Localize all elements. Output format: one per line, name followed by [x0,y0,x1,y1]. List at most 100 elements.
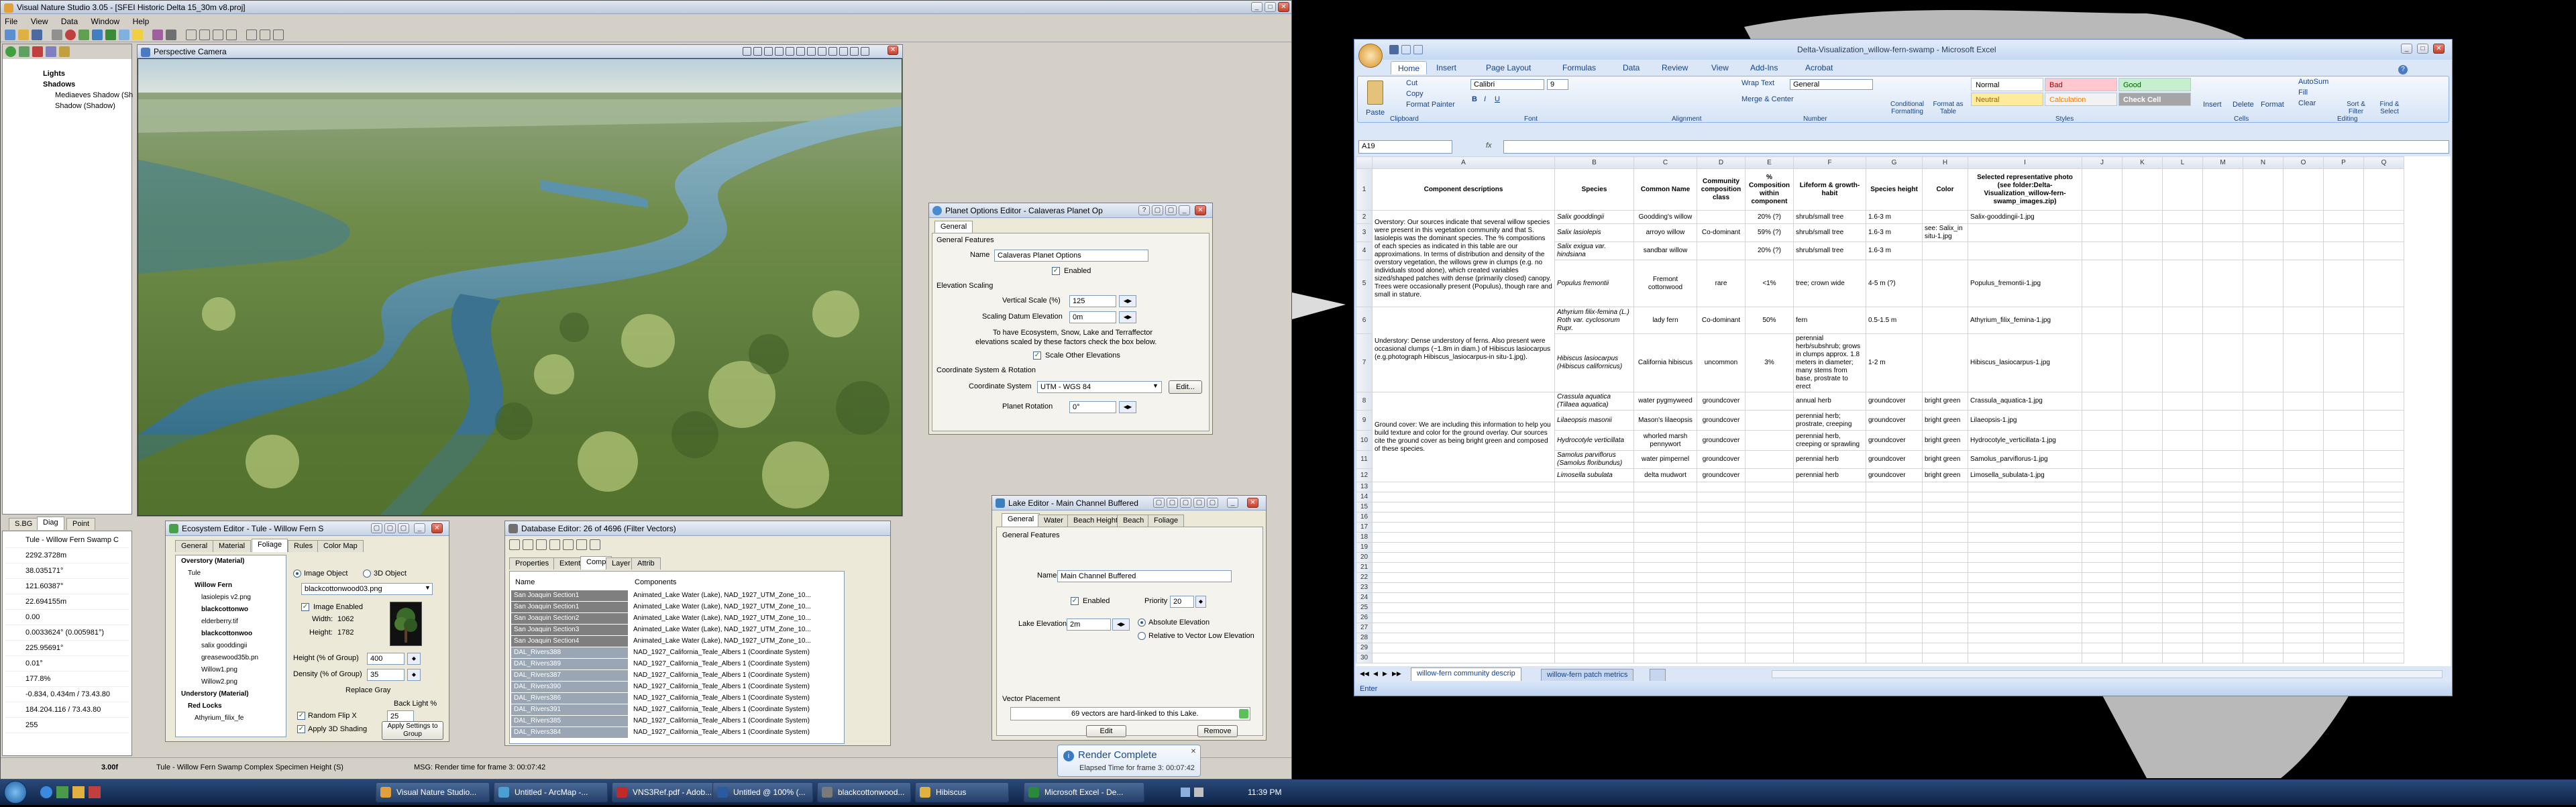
empty-cell[interactable] [2363,210,2404,224]
ribbon-tab[interactable]: View [1705,61,1735,74]
column-header[interactable]: K [2122,156,2163,169]
empty-cell[interactable] [1922,522,1968,533]
empty-cell[interactable] [1968,653,2082,663]
ribbon-tab[interactable]: Add-Ins [1743,61,1784,74]
number-format-select[interactable]: General [1790,79,1873,90]
data-cell[interactable]: delta mudwort [1633,468,1697,482]
eco-flip-checkbox[interactable]: ✓ [297,712,305,720]
column-header[interactable]: H [1922,156,1968,169]
data-cell[interactable]: perennial herb, creeping or sprawling [1793,430,1866,451]
lake-opt5-button[interactable]: ▢ [1207,498,1218,508]
header-cell[interactable]: % Composition within component [1745,168,1794,211]
table-row[interactable]: 20 [1356,552,2404,563]
tool-edit-icon[interactable] [246,30,257,40]
eco-dgroup-input[interactable]: 35 [367,669,405,681]
empty-cell[interactable] [2162,633,2203,643]
db-edit-icon[interactable] [536,539,547,550]
empty-cell[interactable] [2162,450,2203,469]
row-header[interactable]: 26 [1356,612,1373,623]
empty-cell[interactable] [2162,572,2203,583]
empty-cell[interactable] [2323,552,2364,563]
data-cell[interactable]: water pimpernel [1633,450,1697,469]
empty-cell[interactable] [1745,502,1794,513]
render-close-icon[interactable]: ✕ [1189,748,1197,756]
data-cell[interactable]: bright green [1922,468,1968,482]
empty-cell[interactable] [1633,633,1697,643]
empty-cell[interactable] [2363,223,2404,242]
header-cell[interactable]: Species [1554,168,1634,211]
empty-cell[interactable] [2283,210,2324,224]
empty-cell[interactable] [1968,623,2082,633]
empty-cell[interactable] [1745,582,1794,593]
ribbon-tab[interactable]: Formulas [1556,61,1603,74]
empty-cell[interactable] [1697,582,1746,593]
empty-cell[interactable] [2363,633,2404,643]
empty-cell[interactable] [1793,602,1866,613]
lake-name-input[interactable]: Main Channel Buffered [1057,570,1232,582]
empty-cell[interactable] [2082,602,2123,613]
empty-cell[interactable] [2202,392,2243,411]
empty-cell[interactable] [1554,542,1634,553]
empty-cell[interactable] [1372,542,1555,553]
empty-cell[interactable] [2202,223,2243,242]
empty-cell[interactable] [2363,241,2404,260]
empty-cell[interactable] [1968,482,2082,492]
empty-cell[interactable] [1697,572,1746,583]
db-tab-attrib[interactable]: Attrib [631,557,661,570]
eco-hgroup-input[interactable]: 400 [367,653,405,665]
data-cell[interactable]: bright green [1922,410,1968,431]
data-cell[interactable]: Limosella_subulata-1.jpg [1968,468,2082,482]
column-header[interactable]: P [2323,156,2364,169]
db-table-row[interactable]: DAL_Rivers389 NAD_1927_California_Teale_A… [510,659,844,670]
data-cell[interactable] [1697,241,1746,260]
empty-cell[interactable] [2122,542,2163,553]
planet-datum-spinner[interactable]: ◀▶ [1119,311,1136,323]
column-header-row[interactable]: ABCDEFGHIJKLMNOPQ [1356,156,2404,169]
empty-cell[interactable] [2283,582,2324,593]
empty-cell[interactable] [2323,410,2364,431]
empty-cell[interactable] [2243,623,2284,633]
formula-fx-label[interactable]: fx [1486,142,1492,150]
empty-cell[interactable] [2202,260,2243,307]
empty-cell[interactable] [2363,562,2404,573]
eco-tree-item[interactable]: blackcottonwoo [176,628,286,640]
empty-cell[interactable] [2323,502,2364,513]
eco-apply3d-checkbox[interactable]: ✓ [297,725,305,733]
data-cell[interactable]: Athyrium filix-femina (L.) Roth var. cyc… [1554,307,1634,334]
cam-ctrl-9-icon[interactable] [828,47,837,56]
empty-cell[interactable] [1793,532,1866,543]
empty-cell[interactable] [2363,482,2404,492]
eco-3d-object-radio[interactable] [363,570,371,578]
data-cell[interactable]: Goodding's willow [1633,210,1697,224]
empty-cell[interactable] [1968,522,2082,533]
empty-cell[interactable] [2283,562,2324,573]
row-header[interactable]: 14 [1356,492,1373,502]
empty-cell[interactable] [2323,210,2364,224]
eco-image-enabled-checkbox[interactable]: ✓ [301,603,309,611]
column-header[interactable]: D [1697,156,1746,169]
empty-cell[interactable] [1554,592,1634,603]
empty-cell[interactable] [2162,468,2203,482]
tool-render-icon[interactable] [65,30,76,40]
empty-cell[interactable] [2082,653,2123,663]
empty-cell[interactable] [2082,333,2123,392]
menu-data[interactable]: Data [61,17,78,26]
empty-cell[interactable] [2082,562,2123,573]
empty-cell[interactable] [2243,410,2284,431]
empty-cell[interactable] [1633,502,1697,513]
empty-cell[interactable] [2243,223,2284,242]
empty-cell[interactable] [2082,492,2123,502]
empty-cell[interactable] [2323,542,2364,553]
empty-cell[interactable] [1866,522,1923,533]
empty-cell[interactable] [1697,653,1746,663]
empty-cell[interactable] [2243,643,2284,653]
empty-cell[interactable] [1922,482,1968,492]
empty-cell[interactable] [2283,333,2324,392]
menu-file[interactable]: File [5,17,17,26]
table-row[interactable]: 17 [1356,522,2404,533]
tray-network-icon[interactable] [1181,788,1190,797]
lake-enabled-checkbox[interactable]: ✓ [1071,597,1079,605]
eco-opt2-button[interactable]: ▢ [384,523,396,533]
style-check-cell[interactable]: Check Cell [2118,93,2191,106]
table-row[interactable]: 18 [1356,532,2404,543]
